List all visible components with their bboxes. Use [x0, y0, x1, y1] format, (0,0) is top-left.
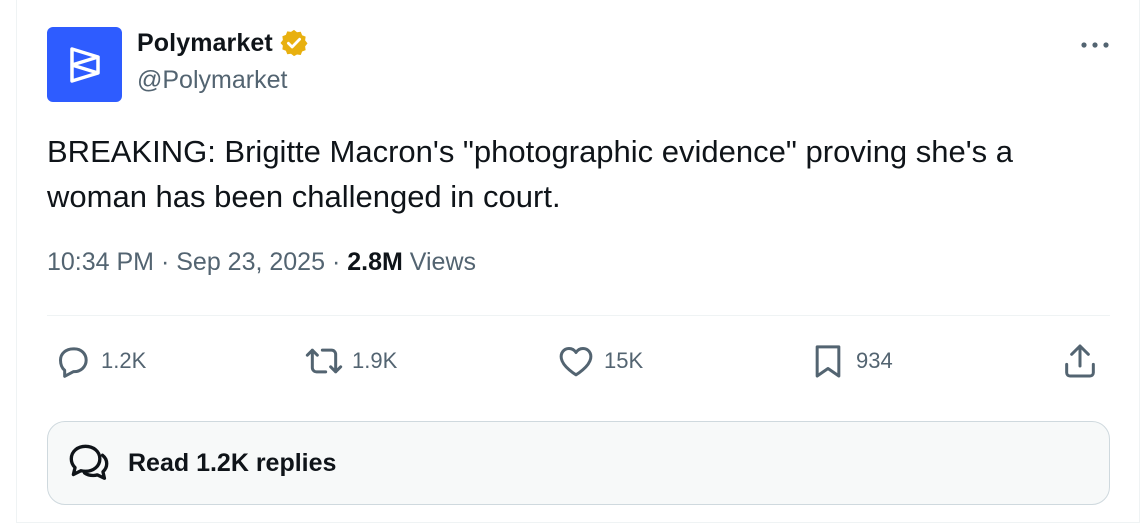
share-icon: [1065, 344, 1095, 378]
views-label[interactable]: Views: [410, 248, 476, 276]
bookmark-button[interactable]: 934: [808, 340, 893, 382]
conversation-icon: [69, 444, 109, 480]
tweet-time[interactable]: 10:34 PM: [47, 248, 154, 276]
divider: [47, 315, 1110, 316]
repost-count: 1.9K: [352, 348, 398, 373]
avatar[interactable]: [47, 27, 122, 102]
like-count: 15K: [604, 348, 644, 373]
reply-button[interactable]: 1.2K: [53, 340, 146, 382]
meta-separator: ·: [331, 248, 341, 276]
verified-badge-icon[interactable]: [279, 28, 309, 58]
tweet-date[interactable]: Sep 23, 2025: [176, 248, 325, 276]
read-replies-label: Read 1.2K replies: [128, 448, 337, 477]
meta-separator: ·: [160, 248, 170, 276]
repost-icon: [305, 348, 343, 374]
bookmark-icon: [815, 345, 841, 378]
reply-icon: [59, 347, 88, 378]
share-button[interactable]: [1060, 340, 1100, 382]
more-options-button[interactable]: [1075, 30, 1115, 60]
repost-button[interactable]: 1.9K: [304, 340, 397, 382]
tweet-text: BREAKING: Brigitte Macron's "photographi…: [47, 134, 1014, 214]
views-count[interactable]: 2.8M: [347, 248, 403, 276]
tweet-meta: 10:34 PM · Sep 23, 2025 · 2.8M Views: [47, 248, 476, 277]
heart-icon: [559, 347, 593, 377]
author-name-row[interactable]: Polymarket: [137, 28, 309, 58]
polymarket-logo-icon: [69, 46, 100, 83]
author-handle[interactable]: @Polymarket: [137, 66, 287, 95]
author-display-name[interactable]: Polymarket: [137, 29, 273, 58]
more-horizontal-icon: [1081, 42, 1109, 48]
reply-count: 1.2K: [101, 348, 147, 373]
like-button[interactable]: 15K: [556, 340, 643, 382]
read-replies-button[interactable]: Read 1.2K replies: [47, 421, 1110, 505]
bookmark-count: 934: [856, 348, 893, 373]
